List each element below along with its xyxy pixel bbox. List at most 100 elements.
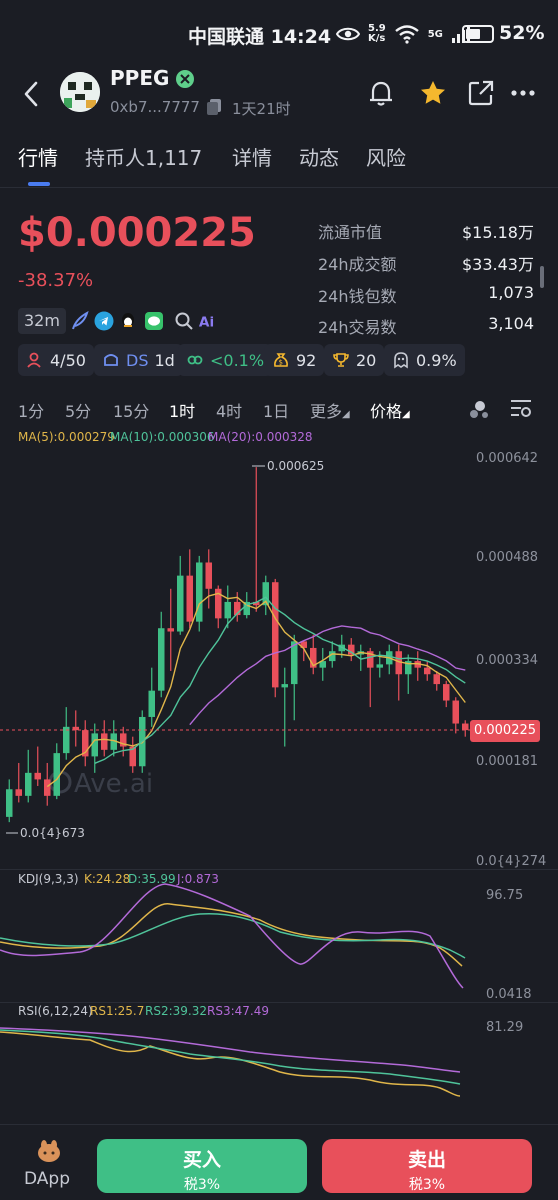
bottom-action-bar: DApp 买入 税3% 卖出 税3% bbox=[0, 1124, 558, 1200]
link-icon bbox=[187, 355, 203, 365]
candle-body bbox=[205, 562, 212, 589]
carrier-time: 中国联通 14:24 bbox=[188, 26, 332, 48]
rsi-axis-top: 81.29 bbox=[486, 1020, 524, 1035]
interval-5m[interactable]: 5分 bbox=[65, 398, 91, 422]
bell-icon[interactable] bbox=[366, 78, 396, 108]
dev-chip[interactable]: DS 1d bbox=[94, 344, 183, 376]
sell-button[interactable]: 卖出 税3% bbox=[322, 1139, 532, 1193]
ghost-chip[interactable]: 0.9% bbox=[384, 344, 465, 376]
stat-label: 流通市值 bbox=[318, 223, 383, 242]
candle-body bbox=[44, 779, 51, 796]
rsi-rs1: RS1:25.7 bbox=[90, 1004, 145, 1018]
interval-1m[interactable]: 1分 bbox=[18, 398, 44, 422]
indicator-settings-icon[interactable] bbox=[466, 396, 492, 422]
buy-tax: 税3% bbox=[183, 1177, 221, 1193]
ai-icon[interactable]: Ai bbox=[198, 311, 218, 331]
holder-chip[interactable]: 4/50 bbox=[18, 344, 94, 376]
tab-activity[interactable]: 动态 bbox=[299, 142, 339, 171]
qq-icon[interactable] bbox=[118, 311, 138, 331]
candle-body bbox=[424, 667, 431, 675]
money-bag-icon: $ bbox=[274, 353, 288, 367]
trophy-icon bbox=[333, 353, 349, 367]
ma5-line bbox=[46, 592, 466, 788]
link-chip-text: <0.1% bbox=[210, 350, 265, 370]
watermark-text: Ave.ai bbox=[74, 769, 153, 799]
dapp-label[interactable]: DApp bbox=[24, 1169, 70, 1189]
candle-body bbox=[101, 733, 108, 750]
interval-1h[interactable]: 1时 bbox=[169, 398, 195, 422]
rsi-title: RSI(6,12,24) bbox=[18, 1004, 93, 1018]
telegram-icon[interactable] bbox=[94, 311, 114, 331]
candle-body bbox=[34, 772, 41, 780]
share-icon[interactable] bbox=[466, 78, 496, 108]
low-label: 0.0{4}673 bbox=[20, 826, 85, 840]
candle-body bbox=[53, 753, 60, 796]
divider bbox=[0, 1002, 558, 1003]
more-icon[interactable] bbox=[508, 78, 538, 108]
trophy-chip[interactable]: 20 bbox=[324, 344, 385, 376]
current-price-tag: 0.000225 bbox=[470, 720, 540, 742]
money-chip[interactable]: $ 92 bbox=[264, 344, 325, 376]
eye-icon bbox=[336, 27, 360, 41]
kdj-d-line bbox=[0, 912, 466, 959]
y-axis-label: 0.0{4}274 bbox=[476, 854, 546, 869]
copy-icon[interactable] bbox=[206, 98, 222, 116]
candle-body bbox=[291, 641, 298, 685]
candle-body bbox=[433, 674, 440, 685]
interval-15m[interactable]: 15分 bbox=[113, 398, 149, 422]
dev-icon bbox=[104, 354, 118, 366]
wechat-icon[interactable] bbox=[144, 311, 164, 331]
stat-label: 24h成交额 bbox=[318, 255, 397, 274]
interval-1d[interactable]: 1日 bbox=[263, 398, 289, 422]
kdj-axis-bottom: 0.0418 bbox=[486, 987, 532, 1002]
kdj-axis-top: 96.75 bbox=[486, 888, 524, 903]
candle-body bbox=[443, 684, 450, 701]
buy-button[interactable]: 买入 税3% bbox=[97, 1139, 307, 1193]
candlestick-chart[interactable]: Ave.ai 0.000625 0.0{4}673 0.000642 0.000… bbox=[0, 440, 558, 870]
candle-body bbox=[196, 562, 203, 622]
ghost-icon bbox=[394, 352, 408, 369]
tab-market[interactable]: 行情 bbox=[18, 142, 58, 171]
tab-holders[interactable]: 持币人1,117 bbox=[85, 142, 202, 171]
candle-body bbox=[281, 684, 288, 688]
interval-more[interactable]: 更多◢ bbox=[310, 398, 350, 422]
search-icon[interactable] bbox=[174, 311, 194, 331]
ave-watermark: Ave.ai bbox=[48, 769, 153, 799]
tab-details[interactable]: 详情 bbox=[232, 142, 272, 171]
stats-scrollbar[interactable] bbox=[540, 266, 544, 288]
status-bar: 中国联通 14:24 5.9 K/s 5G 52% bbox=[0, 0, 558, 64]
svg-text:Ai: Ai bbox=[199, 314, 214, 330]
y-axis-label: 0.000181 bbox=[476, 754, 538, 769]
tab-risk[interactable]: 风险 bbox=[366, 142, 406, 171]
dev-chip-extra: 1d bbox=[154, 350, 175, 370]
candle-body bbox=[462, 723, 469, 731]
ghost-chip-text: 0.9% bbox=[416, 350, 457, 370]
chart-settings-icon[interactable] bbox=[508, 396, 534, 422]
active-tab-indicator bbox=[28, 182, 50, 186]
star-icon[interactable] bbox=[418, 78, 448, 108]
holder-icon bbox=[27, 352, 41, 368]
tab-bar: 行情 持币人1,117 详情 动态 风险 bbox=[0, 124, 558, 188]
network-label: 5G bbox=[427, 28, 443, 40]
candle-body bbox=[148, 690, 155, 717]
price-mode-select[interactable]: 价格◢ bbox=[370, 398, 410, 422]
candle-body bbox=[376, 664, 383, 668]
kdj-chart bbox=[0, 883, 466, 989]
back-icon[interactable] bbox=[20, 80, 42, 108]
feather-icon[interactable] bbox=[70, 311, 90, 331]
link-chip[interactable]: <0.1% bbox=[178, 344, 273, 376]
candle-body bbox=[15, 789, 22, 796]
ma10-line bbox=[94, 596, 466, 764]
wifi-icon bbox=[394, 25, 419, 44]
kdj-j-line bbox=[0, 883, 464, 989]
verified-badge-icon bbox=[176, 70, 194, 88]
money-chip-text: 92 bbox=[296, 350, 317, 370]
dapp-icon[interactable] bbox=[36, 1139, 62, 1163]
interval-4h[interactable]: 4时 bbox=[216, 398, 242, 422]
candle-body bbox=[91, 733, 98, 757]
token-header: PPEG 0xb7...7777 1天21时 bbox=[0, 64, 558, 124]
net-speed: 5.9 K/s bbox=[368, 23, 386, 44]
stat-value: 3,104 bbox=[488, 314, 534, 333]
price-change: -38.37% bbox=[18, 270, 94, 291]
high-label: 0.000625 bbox=[267, 459, 324, 473]
